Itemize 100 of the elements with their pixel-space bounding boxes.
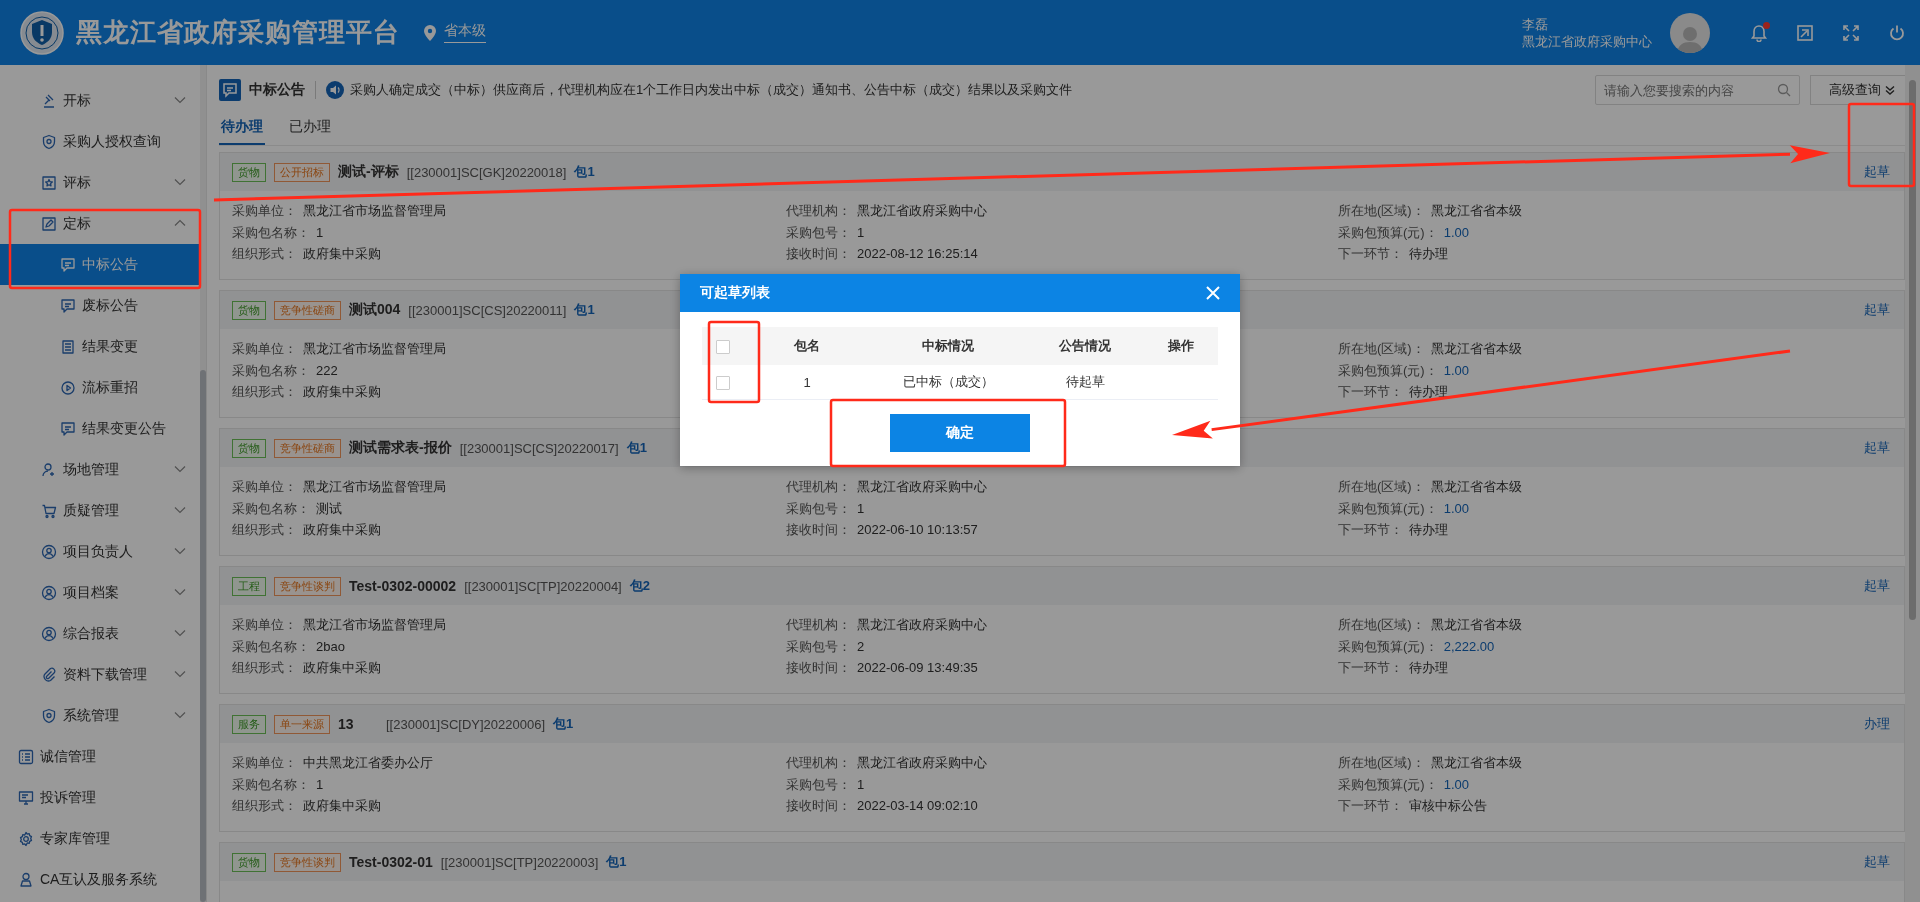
field-label: 组织形式： (232, 660, 297, 675)
action-link[interactable]: 起草 (1864, 439, 1890, 457)
edit-icon (41, 215, 57, 232)
chevron-down-icon[interactable] (174, 504, 186, 516)
user-add-icon (41, 461, 57, 478)
emblem-logo (20, 10, 64, 55)
field-value: 2022-06-10 10:13:57 (857, 522, 978, 537)
power-icon[interactable] (1888, 23, 1906, 42)
method-tag: 竞争性谈判 (274, 576, 341, 596)
checkbox[interactable] (716, 375, 730, 390)
action-link[interactable]: 办理 (1864, 715, 1890, 733)
package-link[interactable]: 包1 (553, 715, 574, 733)
field-value: 政府集中采购 (303, 246, 381, 261)
chevron-down-icon[interactable] (174, 463, 186, 475)
user-icon (41, 543, 57, 560)
confirm-button[interactable]: 确定 (890, 414, 1030, 452)
field-value: 1 (316, 776, 324, 792)
project-name: 测试需求表-报价 (349, 439, 452, 457)
field-value: 1 (857, 224, 865, 240)
action-link[interactable]: 起草 (1864, 577, 1890, 595)
bell-icon[interactable] (1750, 23, 1768, 42)
chevron-up-icon[interactable] (174, 217, 186, 229)
package-link[interactable]: 包1 (606, 853, 627, 871)
chevron-down-icon[interactable] (174, 668, 186, 680)
field-label: 采购包预算(元)： (1338, 362, 1438, 378)
column-header: 包名 (744, 327, 870, 365)
search-field[interactable]: 请输入您要搜索的内容 (1595, 75, 1800, 105)
chevron-down-icon[interactable] (174, 586, 186, 598)
category-tag: 货物 (232, 300, 266, 320)
field-label: 采购包号： (786, 776, 851, 792)
field-label: 采购包预算(元)： (1338, 776, 1438, 792)
fullscreen-icon[interactable] (1842, 23, 1860, 42)
close-icon[interactable] (1206, 286, 1220, 300)
table-cell: 1 (744, 365, 870, 400)
field-value: 2022-06-09 13:49:35 (857, 660, 978, 675)
avatar[interactable] (1670, 12, 1710, 53)
field-label: 采购包名称： (232, 638, 310, 654)
package-link[interactable]: 包1 (574, 163, 595, 181)
app-title: 黑龙江省政府采购管理平台 (76, 16, 400, 49)
field-label: 采购单位： (232, 617, 297, 632)
checkbox[interactable] (716, 339, 730, 354)
tab[interactable]: 已办理 (287, 118, 333, 145)
chevron-down-icon[interactable] (174, 545, 186, 557)
method-tag: 竞争性谈判 (274, 852, 341, 872)
field-value: 测试 (316, 500, 342, 516)
location-pin-icon (424, 24, 436, 41)
project-name: 13 (338, 716, 355, 732)
field-value: 1 (857, 500, 865, 516)
package-link[interactable]: 包2 (629, 577, 650, 595)
action-link[interactable]: 起草 (1864, 853, 1890, 871)
column-header: 操作 (1144, 327, 1218, 365)
user-organization: 黑龙江省政府采购中心 (1522, 32, 1652, 50)
region-link[interactable]: 省本级 (444, 22, 486, 43)
field-label: 采购包号： (786, 500, 851, 516)
double-chevron-down-icon (1885, 85, 1895, 95)
field-value: 黑龙江省政府采购中心 (857, 479, 987, 494)
field-label: 接收时间： (786, 522, 851, 537)
field-label: 接收时间： (786, 660, 851, 675)
shield-icon (41, 133, 57, 150)
field-label: 代理机构： (786, 479, 851, 494)
field-value: 黑龙江省市场监督管理局 (303, 617, 446, 632)
amount-value: 1.00 (1443, 362, 1469, 378)
chevron-down-icon[interactable] (174, 176, 186, 188)
package-link[interactable]: 包1 (574, 301, 595, 319)
field-value: 政府集中采购 (303, 660, 381, 675)
field-value: 政府集中采购 (303, 522, 381, 537)
action-link[interactable]: 起草 (1864, 163, 1890, 181)
checklist-icon (18, 748, 34, 765)
category-tag: 服务 (232, 714, 266, 734)
field-label: 采购单位： (232, 755, 297, 770)
amount-value: 1.00 (1443, 224, 1469, 240)
chevron-down-icon[interactable] (174, 709, 186, 721)
field-value: 黑龙江省政府采购中心 (857, 203, 987, 218)
field-label: 采购包号： (786, 224, 851, 240)
package-link[interactable]: 包1 (626, 439, 647, 457)
search-icon (1777, 83, 1791, 97)
field-value: 2 (857, 638, 865, 654)
chevron-down-icon[interactable] (174, 627, 186, 639)
field-label: 采购包号： (786, 638, 851, 654)
field-value: 黑龙江省市场监督管理局 (303, 479, 446, 494)
category-tag: 货物 (232, 852, 266, 872)
field-label: 采购单位： (232, 479, 297, 494)
field-label: 代理机构： (786, 755, 851, 770)
field-label: 代理机构： (786, 617, 851, 632)
field-value: 黑龙江省政府采购中心 (857, 617, 987, 632)
field-label: 采购包预算(元)： (1338, 500, 1438, 516)
amount-value: 1.00 (1443, 500, 1469, 516)
gear-icon (18, 830, 34, 847)
tab[interactable]: 待办理 (219, 118, 265, 145)
field-label: 组织形式： (232, 384, 297, 399)
action-link[interactable]: 起草 (1864, 301, 1890, 319)
nav-item[interactable]: 中标公告 (0, 244, 200, 285)
speaker-icon (326, 81, 344, 99)
column-header: 中标情况 (870, 327, 1026, 365)
notice-text: 采购人确定成交（中标）供应商后，代理机构应在1个工作日内发出中标（成交）通知书、公告中标（成交）结果以及采购文件 (350, 81, 1073, 99)
play-icon (60, 379, 76, 396)
field-value: 黑龙江省省本级 (1430, 341, 1522, 356)
chevron-down-icon[interactable] (174, 94, 186, 106)
project-code: [[230001]SC[DY]20220006] (386, 716, 545, 732)
category-tag: 工程 (232, 576, 266, 596)
